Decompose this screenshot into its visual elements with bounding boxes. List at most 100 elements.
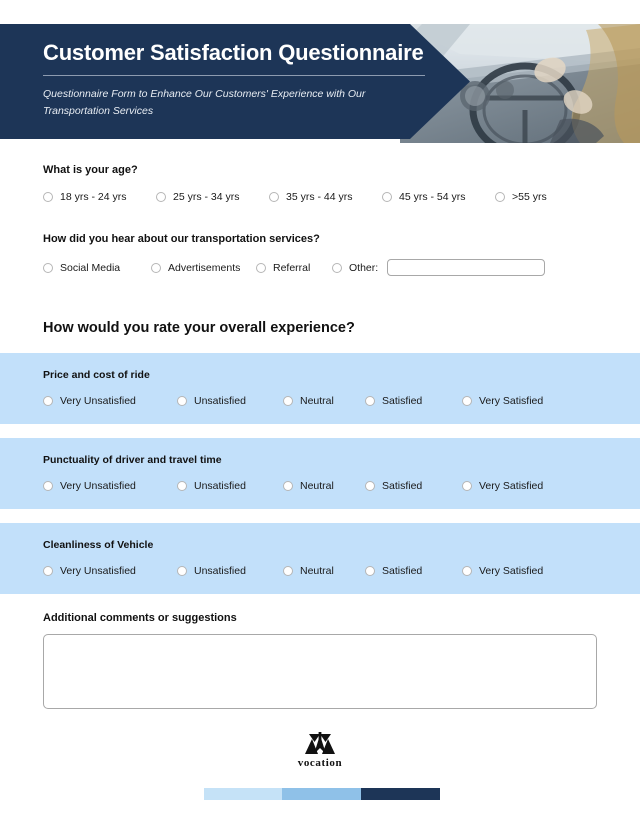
option-age-over-55[interactable]: >55 yrs	[495, 191, 547, 203]
radio-icon[interactable]	[156, 192, 166, 202]
radio-icon[interactable]	[256, 262, 266, 273]
option-label: Advertisements	[168, 261, 241, 274]
rating-option-unsatisfied[interactable]: Unsatisfied	[177, 565, 283, 577]
footer-logo: vocation	[0, 730, 640, 769]
rating-option-very-satisfied[interactable]: Very Satisfied	[462, 395, 543, 407]
rating-options-punctuality: Very Unsatisfied Unsatisfied Neutral Sat…	[43, 480, 543, 492]
footer-color-bar	[204, 788, 440, 800]
radio-icon[interactable]	[365, 396, 375, 406]
option-label: Satisfied	[382, 395, 423, 407]
rating-option-neutral[interactable]: Neutral	[283, 480, 365, 492]
color-swatch-light	[204, 788, 282, 800]
rating-option-very-satisfied[interactable]: Very Satisfied	[462, 565, 543, 577]
radio-icon[interactable]	[177, 566, 187, 576]
rating-option-unsatisfied[interactable]: Unsatisfied	[177, 480, 283, 492]
rating-section-title: How would you rate your overall experien…	[43, 320, 355, 336]
rating-item-label: Punctuality of driver and travel time	[43, 454, 222, 466]
option-label: Very Satisfied	[479, 565, 544, 577]
page-title: Customer Satisfaction Questionnaire	[43, 40, 424, 65]
rating-band-punctuality: Punctuality of driver and travel time Ve…	[0, 438, 640, 509]
radio-icon[interactable]	[382, 192, 392, 202]
radio-icon[interactable]	[283, 566, 293, 576]
radio-icon[interactable]	[283, 396, 293, 406]
radio-icon[interactable]	[365, 481, 375, 491]
option-label: Other:	[349, 261, 379, 274]
option-label: Very Satisfied	[479, 395, 544, 407]
rating-option-unsatisfied[interactable]: Unsatisfied	[177, 395, 283, 407]
color-swatch-dark	[361, 788, 440, 800]
option-label: Referral	[273, 261, 311, 274]
radio-icon[interactable]	[177, 396, 187, 406]
radio-icon[interactable]	[151, 262, 161, 273]
page-subtitle: Questionnaire Form to Enhance Our Custom…	[43, 88, 366, 117]
radio-icon[interactable]	[43, 192, 53, 202]
rating-item-label: Cleanliness of Vehicle	[43, 539, 154, 551]
rating-option-very-unsatisfied[interactable]: Very Unsatisfied	[43, 565, 177, 577]
vocation-monogram-icon	[305, 732, 335, 754]
radio-icon[interactable]	[283, 481, 293, 491]
option-label: >55 yrs	[512, 191, 547, 203]
option-label: 18 yrs - 24 yrs	[60, 191, 127, 203]
page-header: Customer Satisfaction Questionnaire Ques…	[0, 24, 640, 143]
option-label: Very Satisfied	[479, 480, 544, 492]
option-label: 45 yrs - 54 yrs	[399, 191, 466, 203]
option-label: Very Unsatisfied	[60, 480, 136, 492]
header-divider	[43, 75, 425, 76]
other-text-input[interactable]	[387, 259, 546, 276]
option-label: Very Unsatisfied	[60, 565, 136, 577]
radio-icon[interactable]	[462, 566, 472, 576]
option-label: Very Unsatisfied	[60, 395, 136, 407]
radio-icon[interactable]	[365, 566, 375, 576]
rating-option-satisfied[interactable]: Satisfied	[365, 395, 462, 407]
option-label: Satisfied	[382, 565, 423, 577]
question-referral-source-label: How did you hear about our transportatio…	[43, 233, 320, 245]
option-label: Neutral	[300, 395, 334, 407]
rating-band-price: Price and cost of ride Very Unsatisfied …	[0, 353, 640, 424]
option-age-45-54[interactable]: 45 yrs - 54 yrs	[382, 191, 495, 203]
option-label: 25 yrs - 34 yrs	[173, 191, 240, 203]
option-advertisements[interactable]: Advertisements	[151, 262, 256, 274]
option-label: Satisfied	[382, 480, 423, 492]
rating-options-price: Very Unsatisfied Unsatisfied Neutral Sat…	[43, 395, 543, 407]
option-age-25-34[interactable]: 25 yrs - 34 yrs	[156, 191, 269, 203]
option-label: Unsatisfied	[194, 480, 246, 492]
rating-option-very-unsatisfied[interactable]: Very Unsatisfied	[43, 395, 177, 407]
option-referral[interactable]: Referral	[256, 262, 332, 274]
radio-icon[interactable]	[269, 192, 279, 202]
option-social-media[interactable]: Social Media	[43, 262, 151, 274]
question-referral-source-options: Social Media Advertisements Referral Oth…	[43, 259, 546, 276]
rating-option-very-unsatisfied[interactable]: Very Unsatisfied	[43, 480, 177, 492]
rating-option-satisfied[interactable]: Satisfied	[365, 565, 462, 577]
comments-label: Additional comments or suggestions	[43, 612, 237, 624]
radio-icon[interactable]	[43, 566, 53, 576]
radio-icon[interactable]	[462, 481, 472, 491]
radio-icon[interactable]	[462, 396, 472, 406]
option-other[interactable]: Other:	[332, 259, 546, 276]
rating-item-label: Price and cost of ride	[43, 369, 150, 381]
radio-icon[interactable]	[43, 262, 53, 273]
rating-option-satisfied[interactable]: Satisfied	[365, 480, 462, 492]
comments-textarea[interactable]	[43, 634, 597, 709]
radio-icon[interactable]	[43, 481, 53, 491]
radio-icon[interactable]	[495, 192, 505, 202]
radio-icon[interactable]	[332, 262, 342, 273]
color-swatch-medium	[282, 788, 361, 800]
question-age-options: 18 yrs - 24 yrs 25 yrs - 34 yrs 35 yrs -…	[43, 191, 547, 203]
rating-options-cleanliness: Very Unsatisfied Unsatisfied Neutral Sat…	[43, 565, 543, 577]
option-label: Social Media	[60, 261, 121, 274]
option-label: Unsatisfied	[194, 565, 246, 577]
option-label: Neutral	[300, 480, 334, 492]
option-age-35-44[interactable]: 35 yrs - 44 yrs	[269, 191, 382, 203]
rating-option-neutral[interactable]: Neutral	[283, 395, 365, 407]
radio-icon[interactable]	[177, 481, 187, 491]
option-label: Neutral	[300, 565, 334, 577]
logo-wordmark: vocation	[297, 757, 343, 769]
rating-option-neutral[interactable]: Neutral	[283, 565, 365, 577]
option-label: 35 yrs - 44 yrs	[286, 191, 353, 203]
radio-icon[interactable]	[43, 396, 53, 406]
option-label: Unsatisfied	[194, 395, 246, 407]
rating-option-very-satisfied[interactable]: Very Satisfied	[462, 480, 543, 492]
question-age-label: What is your age?	[43, 164, 138, 176]
rating-band-cleanliness: Cleanliness of Vehicle Very Unsatisfied …	[0, 523, 640, 594]
option-age-18-24[interactable]: 18 yrs - 24 yrs	[43, 191, 156, 203]
